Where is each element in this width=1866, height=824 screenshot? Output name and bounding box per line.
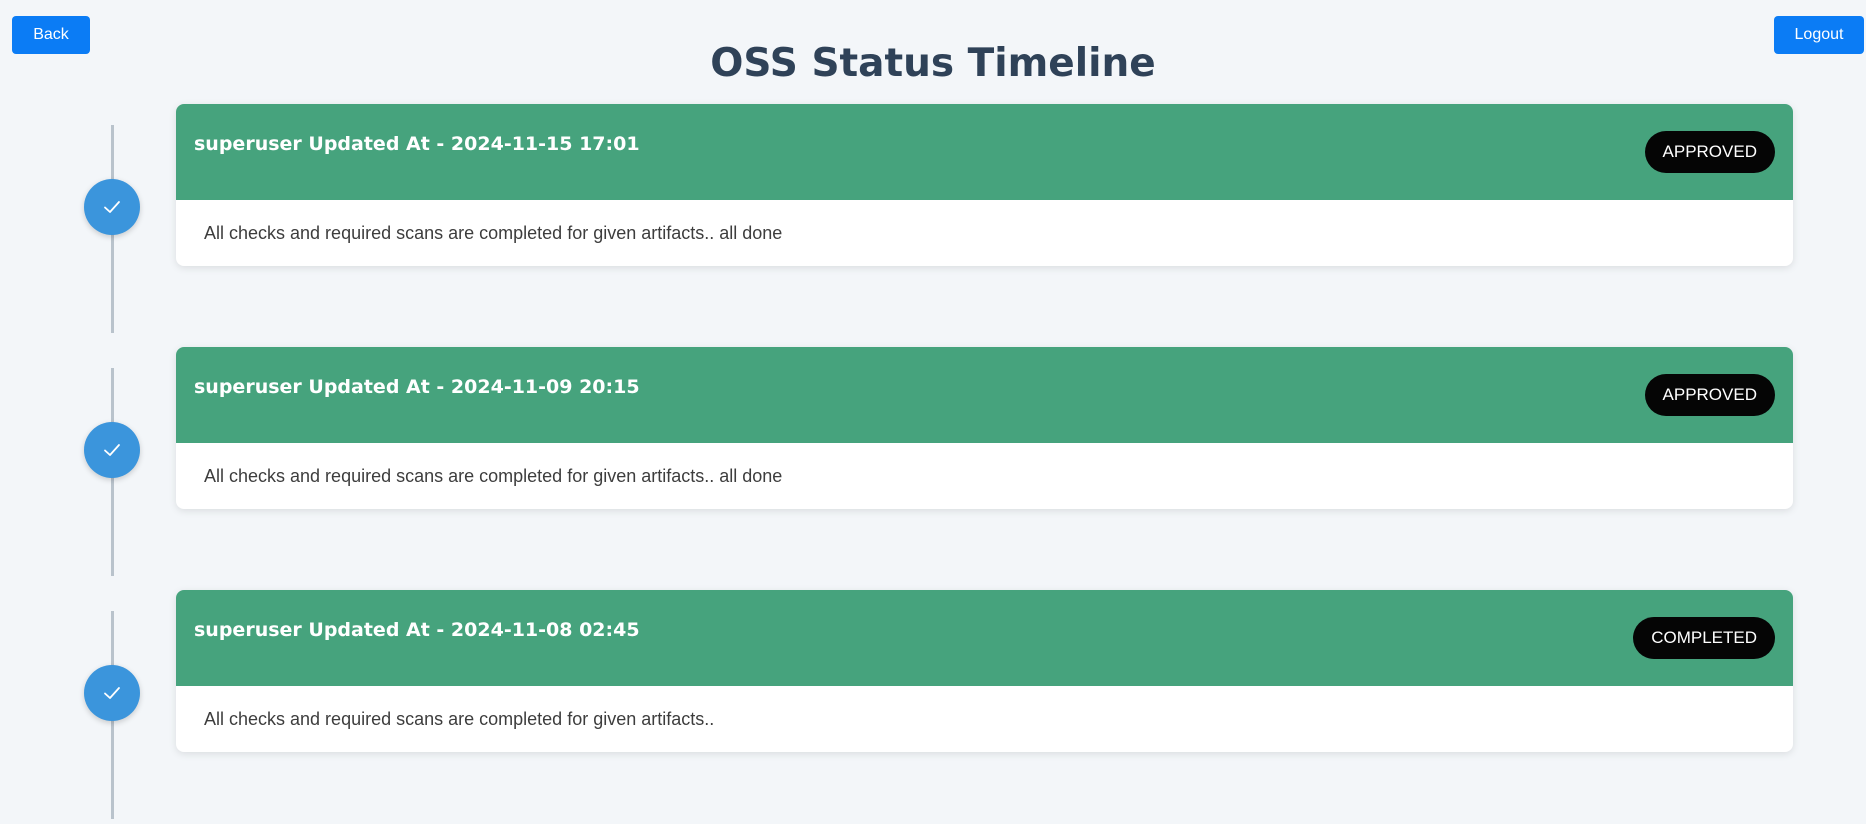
status-badge: APPROVED <box>1644 374 1775 416</box>
card-header: superuser Updated At - 2024-11-09 20:15 … <box>176 347 1793 443</box>
status-badge: COMPLETED <box>1633 617 1775 659</box>
timeline-item: superuser Updated At - 2024-11-09 20:15 … <box>0 347 1866 576</box>
card-heading: superuser Updated At - 2024-11-09 20:15 <box>194 376 640 398</box>
status-badge: APPROVED <box>1644 131 1775 173</box>
page-title: OSS Status Timeline <box>710 41 1156 86</box>
card-message: All checks and required scans are comple… <box>204 223 783 243</box>
check-icon <box>104 444 120 456</box>
timeline-item: superuser Updated At - 2024-11-15 17:01 … <box>0 104 1866 333</box>
timeline-dot <box>84 665 140 721</box>
status-card: superuser Updated At - 2024-11-08 02:45 … <box>176 590 1793 752</box>
timeline-item: superuser Updated At - 2024-11-08 02:45 … <box>0 590 1866 819</box>
status-card: superuser Updated At - 2024-11-09 20:15 … <box>176 347 1793 509</box>
timeline-dot <box>84 179 140 235</box>
card-heading: superuser Updated At - 2024-11-15 17:01 <box>194 133 640 155</box>
status-card: superuser Updated At - 2024-11-15 17:01 … <box>176 104 1793 266</box>
card-message: All checks and required scans are comple… <box>204 709 715 729</box>
card-heading: superuser Updated At - 2024-11-08 02:45 <box>194 619 640 641</box>
check-icon <box>104 687 120 699</box>
card-message: All checks and required scans are comple… <box>204 466 783 486</box>
card-header: superuser Updated At - 2024-11-15 17:01 … <box>176 104 1793 200</box>
timeline-dot <box>84 422 140 478</box>
check-icon <box>104 201 120 213</box>
card-header: superuser Updated At - 2024-11-08 02:45 … <box>176 590 1793 686</box>
